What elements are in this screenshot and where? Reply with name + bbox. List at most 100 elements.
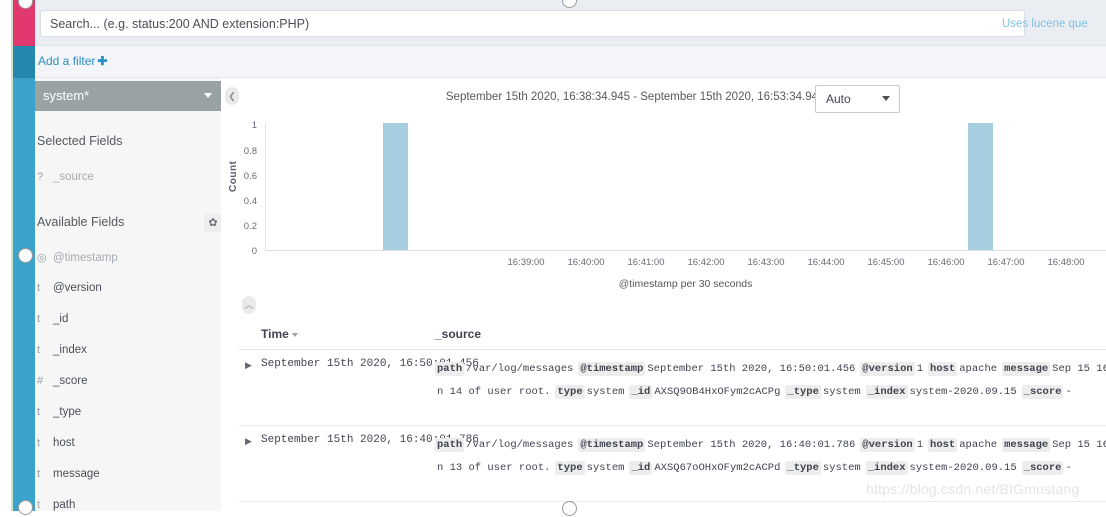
row-source: path/var/log/messages @timestamp September…	[435, 434, 1106, 480]
field-value: system-2020.09.15	[909, 462, 1017, 474]
index-pattern-label: system*	[43, 88, 90, 103]
sidebar-field-source[interactable]: ? _source	[37, 171, 219, 189]
sidebar-field-type[interactable]: t _type	[37, 406, 219, 424]
sidebar-field-host[interactable]: t host	[37, 437, 219, 455]
field-value: September 15th 2020, 16:40:01.786	[647, 439, 856, 451]
field-key: _id	[629, 385, 653, 399]
field-value: -	[1065, 386, 1072, 398]
sort-descending-icon	[291, 332, 298, 337]
sidebar-field-score[interactable]: # _score	[37, 375, 219, 393]
field-value: 1	[916, 363, 924, 375]
field-value: apache	[959, 439, 998, 451]
field-value: 1	[916, 439, 924, 451]
row-source: path/var/log/messages @timestamp September…	[435, 358, 1106, 404]
sidebar-field-id[interactable]: t _id	[37, 313, 219, 331]
y-tick: 0	[251, 246, 257, 257]
field-key: @version	[860, 438, 915, 452]
table-header: Time _source	[239, 323, 1106, 350]
expand-row-icon[interactable]: ▶	[245, 436, 252, 447]
expand-row-icon[interactable]: ▶	[245, 360, 252, 371]
histogram-bar[interactable]	[382, 123, 409, 250]
field-key: _index	[865, 461, 908, 475]
search-input[interactable]	[40, 10, 1025, 37]
field-key: host	[928, 438, 958, 452]
sidebar-field-version[interactable]: t @version	[37, 282, 219, 300]
field-value: system	[822, 386, 861, 398]
field-key: @version	[860, 362, 915, 376]
field-type-icon: ◎	[37, 252, 47, 264]
y-tick: 0.2	[243, 221, 257, 232]
interval-selector[interactable]: Auto	[815, 85, 900, 113]
field-key: message	[1002, 438, 1051, 452]
field-type-icon: t	[37, 344, 41, 356]
x-axis-label: @timestamp per 30 seconds	[618, 278, 753, 290]
plus-icon: ✚	[97, 54, 108, 68]
column-header-time-label: Time	[261, 327, 289, 341]
field-value: system	[586, 386, 625, 398]
x-tick: 16:41:00	[627, 257, 665, 268]
document-table: Time _source ▶ September 15th 2020, 16:5…	[239, 323, 1106, 502]
x-tick: 16:46:00	[927, 257, 965, 268]
field-key: message	[1002, 362, 1051, 376]
field-type-icon: t	[37, 282, 41, 294]
field-key: _index	[865, 385, 908, 399]
field-label: _score	[53, 375, 88, 387]
interval-label: Auto	[826, 92, 851, 106]
x-tick: 16:39:00	[507, 257, 545, 268]
field-key: _type	[785, 461, 821, 475]
field-type-icon: t	[37, 499, 41, 511]
lucene-syntax-link[interactable]: Uses lucene que	[1002, 18, 1106, 30]
sidebar: system* Selected Fields ? _source Availab…	[35, 78, 222, 511]
row-time: September 15th 2020, 16:40:01.786	[261, 434, 479, 446]
capture-strip-pink	[12, 0, 35, 46]
available-fields-heading: Available Fields	[37, 215, 125, 229]
gear-icon[interactable]: ✿	[204, 214, 222, 232]
x-tick: 16:40:00	[567, 257, 605, 268]
field-value: September 15th 2020, 16:50:01.456	[647, 363, 856, 375]
chevron-down-icon	[204, 93, 212, 98]
add-filter-button[interactable]: Add a filter ✚	[38, 54, 107, 68]
x-tick: 16:42:00	[687, 257, 725, 268]
x-tick: 16:44:00	[807, 257, 845, 268]
sidebar-field-path[interactable]: t path	[37, 499, 219, 517]
x-tick: 16:48:00	[1047, 257, 1085, 268]
x-tick: 16:43:00	[747, 257, 785, 268]
field-key: _score	[1021, 385, 1064, 399]
sidebar-field-index[interactable]: t _index	[37, 344, 219, 362]
selected-fields-heading: Selected Fields	[37, 134, 123, 148]
sidebar-field-timestamp[interactable]: ◎ @timestamp	[37, 251, 219, 269]
field-value-continuation: n 13 of user root.	[437, 462, 551, 474]
index-pattern-selector[interactable]: system*	[35, 81, 221, 111]
field-value: Sep 15 16:40:01 apache systemd: S	[1052, 439, 1106, 451]
y-tick: 0.4	[243, 196, 257, 207]
x-tick: 16:49:00	[1096, 257, 1106, 268]
field-value: /var/log/messages	[466, 363, 574, 375]
table-row[interactable]: ▶ September 15th 2020, 16:50:01.456 path…	[239, 350, 1106, 426]
field-label: _id	[53, 313, 69, 325]
field-value: system-2020.09.15	[909, 386, 1017, 398]
field-key: type	[555, 461, 585, 475]
field-label: message	[53, 468, 100, 480]
query-bar: Uses lucene que	[35, 0, 1106, 46]
chevron-down-icon	[882, 96, 890, 101]
column-header-source[interactable]: _source	[435, 327, 481, 341]
add-filter-label: Add a filter	[38, 54, 96, 68]
field-value: apache	[959, 363, 998, 375]
field-key: _score	[1021, 461, 1064, 475]
field-type-icon: t	[37, 468, 41, 480]
column-header-time[interactable]: Time	[261, 327, 298, 341]
field-type-icon: #	[37, 375, 44, 387]
collapse-chart-button[interactable]: ︿	[242, 296, 256, 314]
field-label: host	[53, 437, 75, 449]
field-type-icon: t	[37, 437, 41, 449]
field-type-icon: ?	[37, 171, 44, 183]
field-key: _id	[629, 461, 653, 475]
field-value: -	[1065, 462, 1072, 474]
histogram-bar[interactable]	[967, 123, 994, 250]
field-label: _type	[53, 406, 82, 418]
y-tick: 0.8	[243, 146, 257, 157]
sidebar-field-message[interactable]: t message	[37, 468, 219, 486]
main-panel: ❮ September 15th 2020, 16:38:34.945 - Se…	[221, 78, 1106, 511]
field-label: _index	[53, 344, 87, 356]
x-tick: 16:45:00	[867, 257, 905, 268]
